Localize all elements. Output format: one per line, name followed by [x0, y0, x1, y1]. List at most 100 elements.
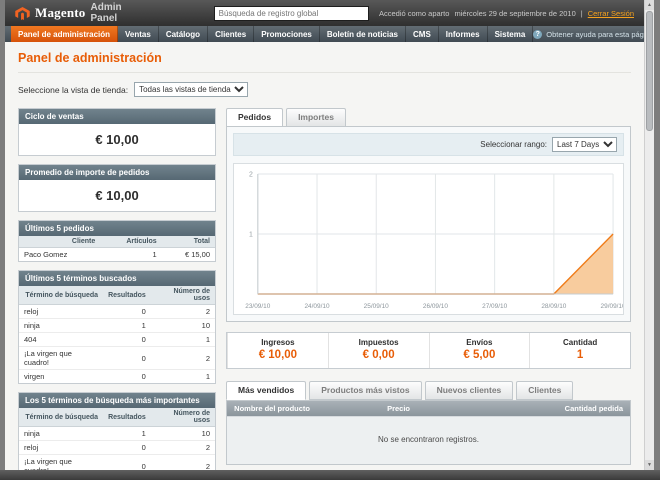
products-grid: Nombre del producto Precio Cantidad pedida… — [226, 400, 631, 465]
totals-row: Ingresos € 10,00 Impuestos € 0,00 Envíos — [226, 332, 631, 369]
search-term-row[interactable]: reloj 0 2 — [19, 304, 215, 319]
page-help-link[interactable]: ? Obtener ayuda para esta página — [533, 26, 644, 42]
search-results: 1 — [103, 426, 151, 441]
search-term-row[interactable]: ninja 1 10 — [19, 318, 215, 333]
chart-tab[interactable]: Importes — [286, 108, 346, 126]
column-header: Número de usos — [150, 408, 215, 427]
store-view-select[interactable]: Todas las vistas de tienda — [134, 82, 249, 97]
nav-item[interactable]: Sistema — [488, 26, 534, 42]
chart-tabs: Pedidos Importes — [226, 108, 631, 126]
chart-panel: Seleccionar rango: Last 7 Days 1 2 23/09/1… — [226, 126, 631, 322]
stat-label: Cantidad — [563, 338, 598, 347]
column-header: Cliente — [19, 236, 101, 248]
column-header: Número de usos — [150, 286, 215, 305]
help-icon: ? — [533, 29, 543, 39]
order-row[interactable]: Paco Gomez 1 € 15,00 — [19, 248, 215, 262]
nav-item[interactable]: Clientes — [208, 26, 255, 42]
chart-tab[interactable]: Pedidos — [226, 108, 284, 126]
grid-tab[interactable]: Productos más vistos — [309, 381, 422, 400]
stat-value: € 10,00 — [258, 349, 298, 361]
column-header: Nombre del producto — [227, 401, 317, 416]
range-select[interactable]: Last 7 Days — [552, 137, 617, 152]
last-search-terms-card: Últimos 5 términos buscados Término de b… — [18, 270, 216, 384]
grid-tab[interactable]: Clientes — [516, 381, 574, 400]
search-term: ¡La virgen que cuadro! — [19, 454, 104, 470]
logout-link[interactable]: Cerrar Sesión — [588, 9, 634, 18]
stat-cell: Envíos € 5,00 — [428, 333, 530, 368]
stat-label: Envíos — [466, 338, 493, 347]
svg-text:26/09/10: 26/09/10 — [423, 303, 448, 310]
search-term: 404 — [19, 332, 104, 347]
search-term-row[interactable]: virgen 0 1 — [19, 370, 215, 384]
help-label: Obtener ayuda para esta página — [546, 29, 644, 39]
browser-viewport: Magento Admin Panel Accedió como aparto … — [5, 0, 654, 470]
empty-records-message: No se encontraron registros. — [227, 416, 630, 464]
search-results: 0 — [103, 454, 151, 470]
average-orders-value: € 10,00 — [95, 188, 139, 203]
dashboard-content: Panel de administración Seleccione la vi… — [5, 42, 644, 470]
lifetime-sales-value: € 10,00 — [95, 132, 139, 147]
order-items: 1 — [152, 250, 157, 259]
search-results: 0 — [141, 372, 146, 381]
nav-item[interactable]: Informes — [439, 26, 488, 42]
average-orders-card: Promedio de importe de pedidos € 10,00 — [18, 164, 216, 212]
search-term-row[interactable]: ¡La virgen que cuadro! 0 2 — [19, 346, 215, 370]
nav-item[interactable]: Catálogo — [159, 26, 209, 42]
search-term: ninja — [19, 426, 104, 441]
magento-logo[interactable]: Magento Admin Panel — [15, 2, 149, 24]
range-label: Seleccionar rango: — [480, 140, 547, 149]
last-orders-title: Últimos 5 pedidos — [19, 221, 215, 236]
search-term-row[interactable]: 404 0 1 — [19, 332, 215, 347]
dashboard-sidebar: Ciclo de ventas € 10,00 Promedio de impo… — [18, 108, 216, 470]
search-term-row[interactable]: reloj 0 2 — [19, 440, 215, 455]
search-term-row[interactable]: ¡La virgen que cuadro! 0 2 — [19, 454, 215, 470]
main-nav: Panel de administración Ventas Catálogo … — [5, 26, 644, 42]
nav-item[interactable]: Boletín de noticias — [320, 26, 406, 42]
global-search-input[interactable] — [213, 5, 369, 21]
page-title: Panel de administración — [18, 51, 631, 73]
nav-item[interactable]: Ventas — [118, 26, 159, 42]
average-orders-title: Promedio de importe de pedidos — [19, 165, 215, 180]
column-header: Término de búsqueda — [19, 408, 104, 427]
nav-item[interactable]: Panel de administración — [11, 26, 119, 42]
search-uses: 2 — [150, 346, 215, 370]
column-header: Cantidad pedida — [417, 401, 630, 416]
vertical-scrollbar[interactable]: ▲ ▼ — [644, 0, 654, 470]
stat-cell: Cantidad 1 — [529, 333, 630, 368]
search-uses: 2 — [150, 304, 215, 319]
separator-text: | — [580, 8, 583, 18]
window-footer — [0, 470, 660, 480]
svg-text:24/09/10: 24/09/10 — [304, 303, 329, 310]
last-orders-card: Últimos 5 pedidos Cliente Artículos Total … — [18, 220, 216, 262]
grid-tab[interactable]: Más vendidos — [226, 381, 307, 400]
last-orders-table: Cliente Artículos Total Paco Gomez 1 € 15,… — [19, 236, 215, 261]
svg-text:27/09/10: 27/09/10 — [482, 303, 507, 310]
products-table: Nombre del producto Precio Cantidad pedida — [227, 401, 630, 416]
scroll-down-arrow[interactable]: ▼ — [645, 460, 654, 470]
stat-label: Ingresos — [261, 338, 295, 347]
stat-value: € 0,00 — [362, 349, 395, 361]
magento-logo-icon — [15, 6, 30, 20]
search-results: 0 — [103, 440, 151, 455]
column-header: Total — [161, 236, 215, 248]
search-term: ¡La virgen que cuadro! — [19, 346, 104, 370]
nav-item[interactable]: CMS — [406, 26, 439, 42]
stat-value: 1 — [576, 349, 584, 361]
stat-label: Impuestos — [358, 338, 399, 347]
search-results: 0 — [103, 346, 151, 370]
search-results: 0 — [103, 304, 151, 319]
search-term-row[interactable]: ninja 1 10 — [19, 426, 215, 441]
logo-suffix-text: Admin Panel — [90, 2, 122, 24]
orders-chart: 1 2 23/09/10 24/09/10 25/09/10 26/09/10 27/09/… — [245, 171, 623, 310]
scroll-up-arrow[interactable]: ▲ — [645, 0, 654, 10]
search-uses: 10 — [150, 426, 215, 441]
nav-item[interactable]: Promociones — [254, 26, 320, 42]
search-term: virgen — [24, 372, 45, 381]
user-info: Accedió como aparto miércoles 29 de sept… — [379, 9, 634, 18]
search-term: reloj — [19, 304, 104, 319]
range-selector-row: Seleccionar rango: Last 7 Days — [233, 133, 624, 156]
search-uses: 10 — [150, 318, 215, 333]
search-uses: 2 — [150, 454, 215, 470]
scroll-thumb[interactable] — [646, 11, 653, 131]
grid-tab[interactable]: Nuevos clientes — [424, 381, 514, 400]
